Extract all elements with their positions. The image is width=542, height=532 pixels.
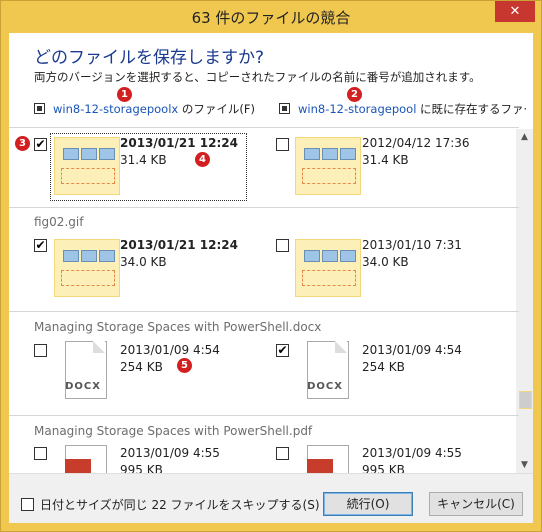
file-date: 2013/01/09 4:54 <box>120 343 220 357</box>
conflict-dialog: 63 件のファイルの競合 ✕ どのファイルを保存しますか? 両方のバージョンを選… <box>0 0 542 532</box>
group-filename: fig02.gif <box>34 215 84 229</box>
left-column-header[interactable]: win8-12-storagepoolx のファイル(F) <box>34 101 255 117</box>
title-bar: 63 件のファイルの競合 ✕ <box>1 1 541 33</box>
docx-file-icon: DOCX <box>301 341 349 401</box>
file-left-checkbox[interactable]: ✔ <box>34 138 47 151</box>
scroll-thumb[interactable] <box>519 391 532 409</box>
right-column-header[interactable]: win8-12-storagepool に既に存在するファ· <box>279 101 527 117</box>
group-filename: Managing Storage Spaces with PowerShell.… <box>34 320 322 334</box>
page-title: どのファイルを保存しますか? <box>34 48 265 68</box>
dialog-footer: 日付とサイズが同じ 22 ファイルをスキップする(S) 続行(O) キャンセル(… <box>9 473 533 523</box>
file-right-info: 2013/01/10 7:31 34.0 KB <box>362 237 462 271</box>
file-date: 2013/01/21 12:24 <box>120 238 238 252</box>
group-divider <box>9 207 519 208</box>
file-left-checkbox[interactable]: ✔ <box>34 239 47 252</box>
file-size: 34.0 KB <box>362 255 409 269</box>
callout-badge-3: 3 <box>15 136 30 151</box>
file-right-checkbox[interactable] <box>276 239 289 252</box>
file-size: 254 KB <box>120 360 163 374</box>
dialog-body: どのファイルを保存しますか? 両方のバージョンを選択すると、コピーされたファイル… <box>9 33 533 523</box>
window-title: 63 件のファイルの競合 <box>191 9 351 27</box>
continue-button[interactable]: 続行(O) <box>323 492 413 516</box>
file-left-info: 2013/01/21 12:24 34.0 KB <box>120 237 238 271</box>
select-all-right-checkbox[interactable] <box>279 103 290 114</box>
file-size: 254 KB <box>362 360 405 374</box>
callout-badge-2: 2 <box>347 87 362 102</box>
image-thumbnail-icon <box>295 239 361 297</box>
scroll-down-icon[interactable]: ▼ <box>516 457 533 473</box>
close-button[interactable]: ✕ <box>495 1 535 22</box>
file-left-info: 2013/01/09 4:54 254 KB <box>120 342 220 376</box>
file-left-checkbox[interactable] <box>34 447 47 460</box>
file-left-checkbox[interactable] <box>34 344 47 357</box>
file-date: 2013/01/09 4:55 <box>362 446 462 460</box>
image-thumbnail-icon <box>54 137 120 195</box>
skip-identical-option[interactable]: 日付とサイズが同じ 22 ファイルをスキップする(S) <box>21 496 320 513</box>
scroll-up-icon[interactable]: ▲ <box>516 129 533 145</box>
file-right-checkbox[interactable] <box>276 138 289 151</box>
docx-file-icon: DOCX <box>59 341 107 401</box>
right-source-link[interactable]: win8-12-storagepool <box>298 102 416 116</box>
group-divider <box>9 415 519 416</box>
group-filename: Managing Storage Spaces with PowerShell.… <box>34 424 313 438</box>
vertical-scrollbar[interactable]: ▲ ▼ <box>516 129 533 473</box>
left-source-link[interactable]: win8-12-storagepoolx <box>53 102 178 116</box>
callout-badge-5: 5 <box>177 358 192 373</box>
file-size: 34.0 KB <box>120 255 167 269</box>
cancel-button[interactable]: キャンセル(C) <box>429 492 523 516</box>
right-column-suffix: に既に存在するファ· <box>416 102 528 116</box>
image-thumbnail-icon <box>54 239 120 297</box>
file-date: 2012/04/12 17:36 <box>362 136 470 150</box>
file-date: 2013/01/10 7:31 <box>362 238 462 252</box>
left-column-suffix: のファイル(F) <box>178 102 255 116</box>
file-right-checkbox[interactable] <box>276 447 289 460</box>
close-icon: ✕ <box>509 4 521 19</box>
file-date: 2013/01/09 4:54 <box>362 343 462 357</box>
group-divider <box>9 311 519 312</box>
callout-badge-4: 4 <box>195 152 210 167</box>
image-thumbnail-icon <box>295 137 361 195</box>
select-all-left-checkbox[interactable] <box>34 103 45 114</box>
file-size: 31.4 KB <box>362 153 409 167</box>
page-subtitle: 両方のバージョンを選択すると、コピーされたファイルの名前に番号が追加されます。 <box>34 70 481 84</box>
skip-checkbox[interactable] <box>21 498 34 511</box>
file-date: 2013/01/21 12:24 <box>120 136 238 150</box>
file-right-info: 2012/04/12 17:36 31.4 KB <box>362 135 470 169</box>
file-left-info: 2013/01/21 12:24 31.4 KB <box>120 135 238 169</box>
file-size: 31.4 KB <box>120 153 167 167</box>
file-right-info: 2013/01/09 4:54 254 KB <box>362 342 462 376</box>
callout-badge-1: 1 <box>117 87 132 102</box>
skip-label: 日付とサイズが同じ 22 ファイルをスキップする(S) <box>40 498 320 512</box>
file-date: 2013/01/09 4:55 <box>120 446 220 460</box>
list-divider <box>9 127 519 128</box>
file-right-checkbox[interactable]: ✔ <box>276 344 289 357</box>
